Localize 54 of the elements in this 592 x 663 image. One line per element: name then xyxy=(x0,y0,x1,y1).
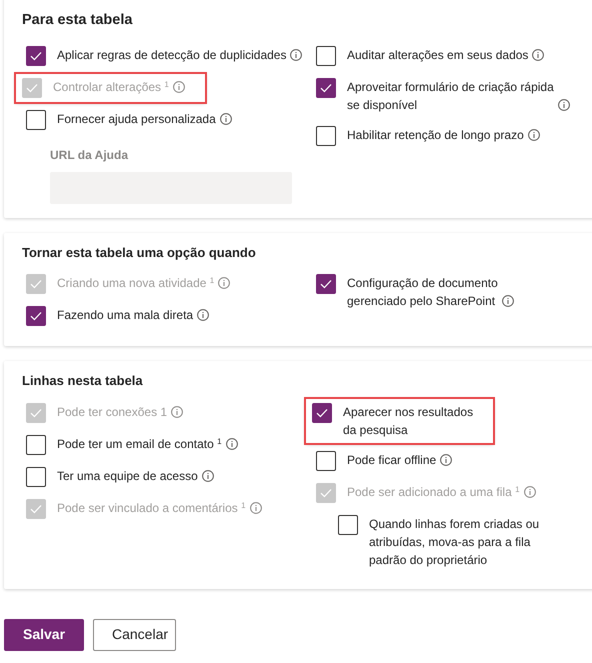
checkbox[interactable] xyxy=(26,434,46,455)
checkbox-label: Pode ter um email de contato $^{1}$ xyxy=(57,436,222,453)
info-icon[interactable] xyxy=(290,48,302,61)
checkbox-label: Auditar alterações em seus dados xyxy=(347,46,528,64)
checkbox-label: Pode ser adicionado a uma fila $^{1}$ xyxy=(347,484,520,501)
info-icon[interactable] xyxy=(202,470,214,482)
check-icon xyxy=(26,82,38,93)
checkbox[interactable] xyxy=(316,46,336,66)
check-icon xyxy=(320,82,332,93)
info-icon[interactable] xyxy=(440,454,452,466)
check-icon xyxy=(320,279,332,290)
check-icon xyxy=(320,488,332,498)
check-icon xyxy=(30,504,42,514)
check-icon xyxy=(30,50,42,61)
checkbox-label: Configuração de documento gerenciado pelo SharePoint xyxy=(347,275,498,310)
info-icon[interactable] xyxy=(502,295,514,308)
checkbox-label: Habilitar retenção de longo prazo xyxy=(347,126,524,144)
checkbox[interactable] xyxy=(316,78,336,98)
check-icon xyxy=(30,311,42,322)
checkbox-label: Aparecer nos resultados da pesquisa xyxy=(343,404,474,439)
info-icon[interactable] xyxy=(226,438,238,450)
checkbox-label: Aplicar regras de detecção de duplicidades xyxy=(57,46,286,64)
checkbox-label: Controlar alterações $^{1}$ xyxy=(53,78,169,96)
field-label: URL da Ajuda xyxy=(50,146,130,164)
info-icon[interactable] xyxy=(558,98,570,111)
check-icon xyxy=(30,408,42,418)
save-button[interactable]: Salvar xyxy=(4,618,84,651)
info-icon[interactable] xyxy=(528,128,540,141)
checkbox[interactable] xyxy=(312,402,332,423)
cancel-button[interactable]: Cancelar xyxy=(93,618,176,651)
checkbox-label: Ter uma equipe de acesso xyxy=(57,468,198,485)
checkbox-label: Fornecer ajuda personalizada xyxy=(57,110,216,128)
checkbox[interactable] xyxy=(316,274,336,294)
checkbox-label: Quando linhas forem criadas ou atribuídas, mova-as para a fila padrão do proprietário xyxy=(369,516,540,569)
checkbox[interactable] xyxy=(26,110,46,130)
checkbox-label: Pode ser vinculado a comentários $^{1}$ xyxy=(57,500,246,517)
section-title: Linhas nesta tabela xyxy=(22,372,144,390)
check-icon xyxy=(316,408,328,418)
info-icon[interactable] xyxy=(220,112,232,125)
checkbox-label: Criando uma nova atividade $^{1}$ xyxy=(57,275,214,292)
checkbox-label: Pode ter conexões 1 xyxy=(57,404,168,421)
section-title: Tornar esta tabela uma opção quando xyxy=(22,244,257,262)
checkbox[interactable] xyxy=(26,306,46,326)
check-icon xyxy=(30,279,42,290)
checkbox-label: Fazendo uma mala direta xyxy=(57,307,194,324)
checkbox-label: Pode ficar offline xyxy=(347,452,436,469)
checkbox[interactable] xyxy=(316,126,336,146)
info-icon[interactable] xyxy=(532,48,544,61)
checkbox[interactable] xyxy=(316,450,336,471)
info-icon[interactable] xyxy=(197,309,210,322)
checkbox[interactable] xyxy=(26,466,46,487)
checkbox-label: Aproveitar formulário de criação rápida se disponível xyxy=(347,78,554,114)
checkbox[interactable] xyxy=(26,46,46,66)
section-title: Para esta tabela xyxy=(22,11,134,30)
